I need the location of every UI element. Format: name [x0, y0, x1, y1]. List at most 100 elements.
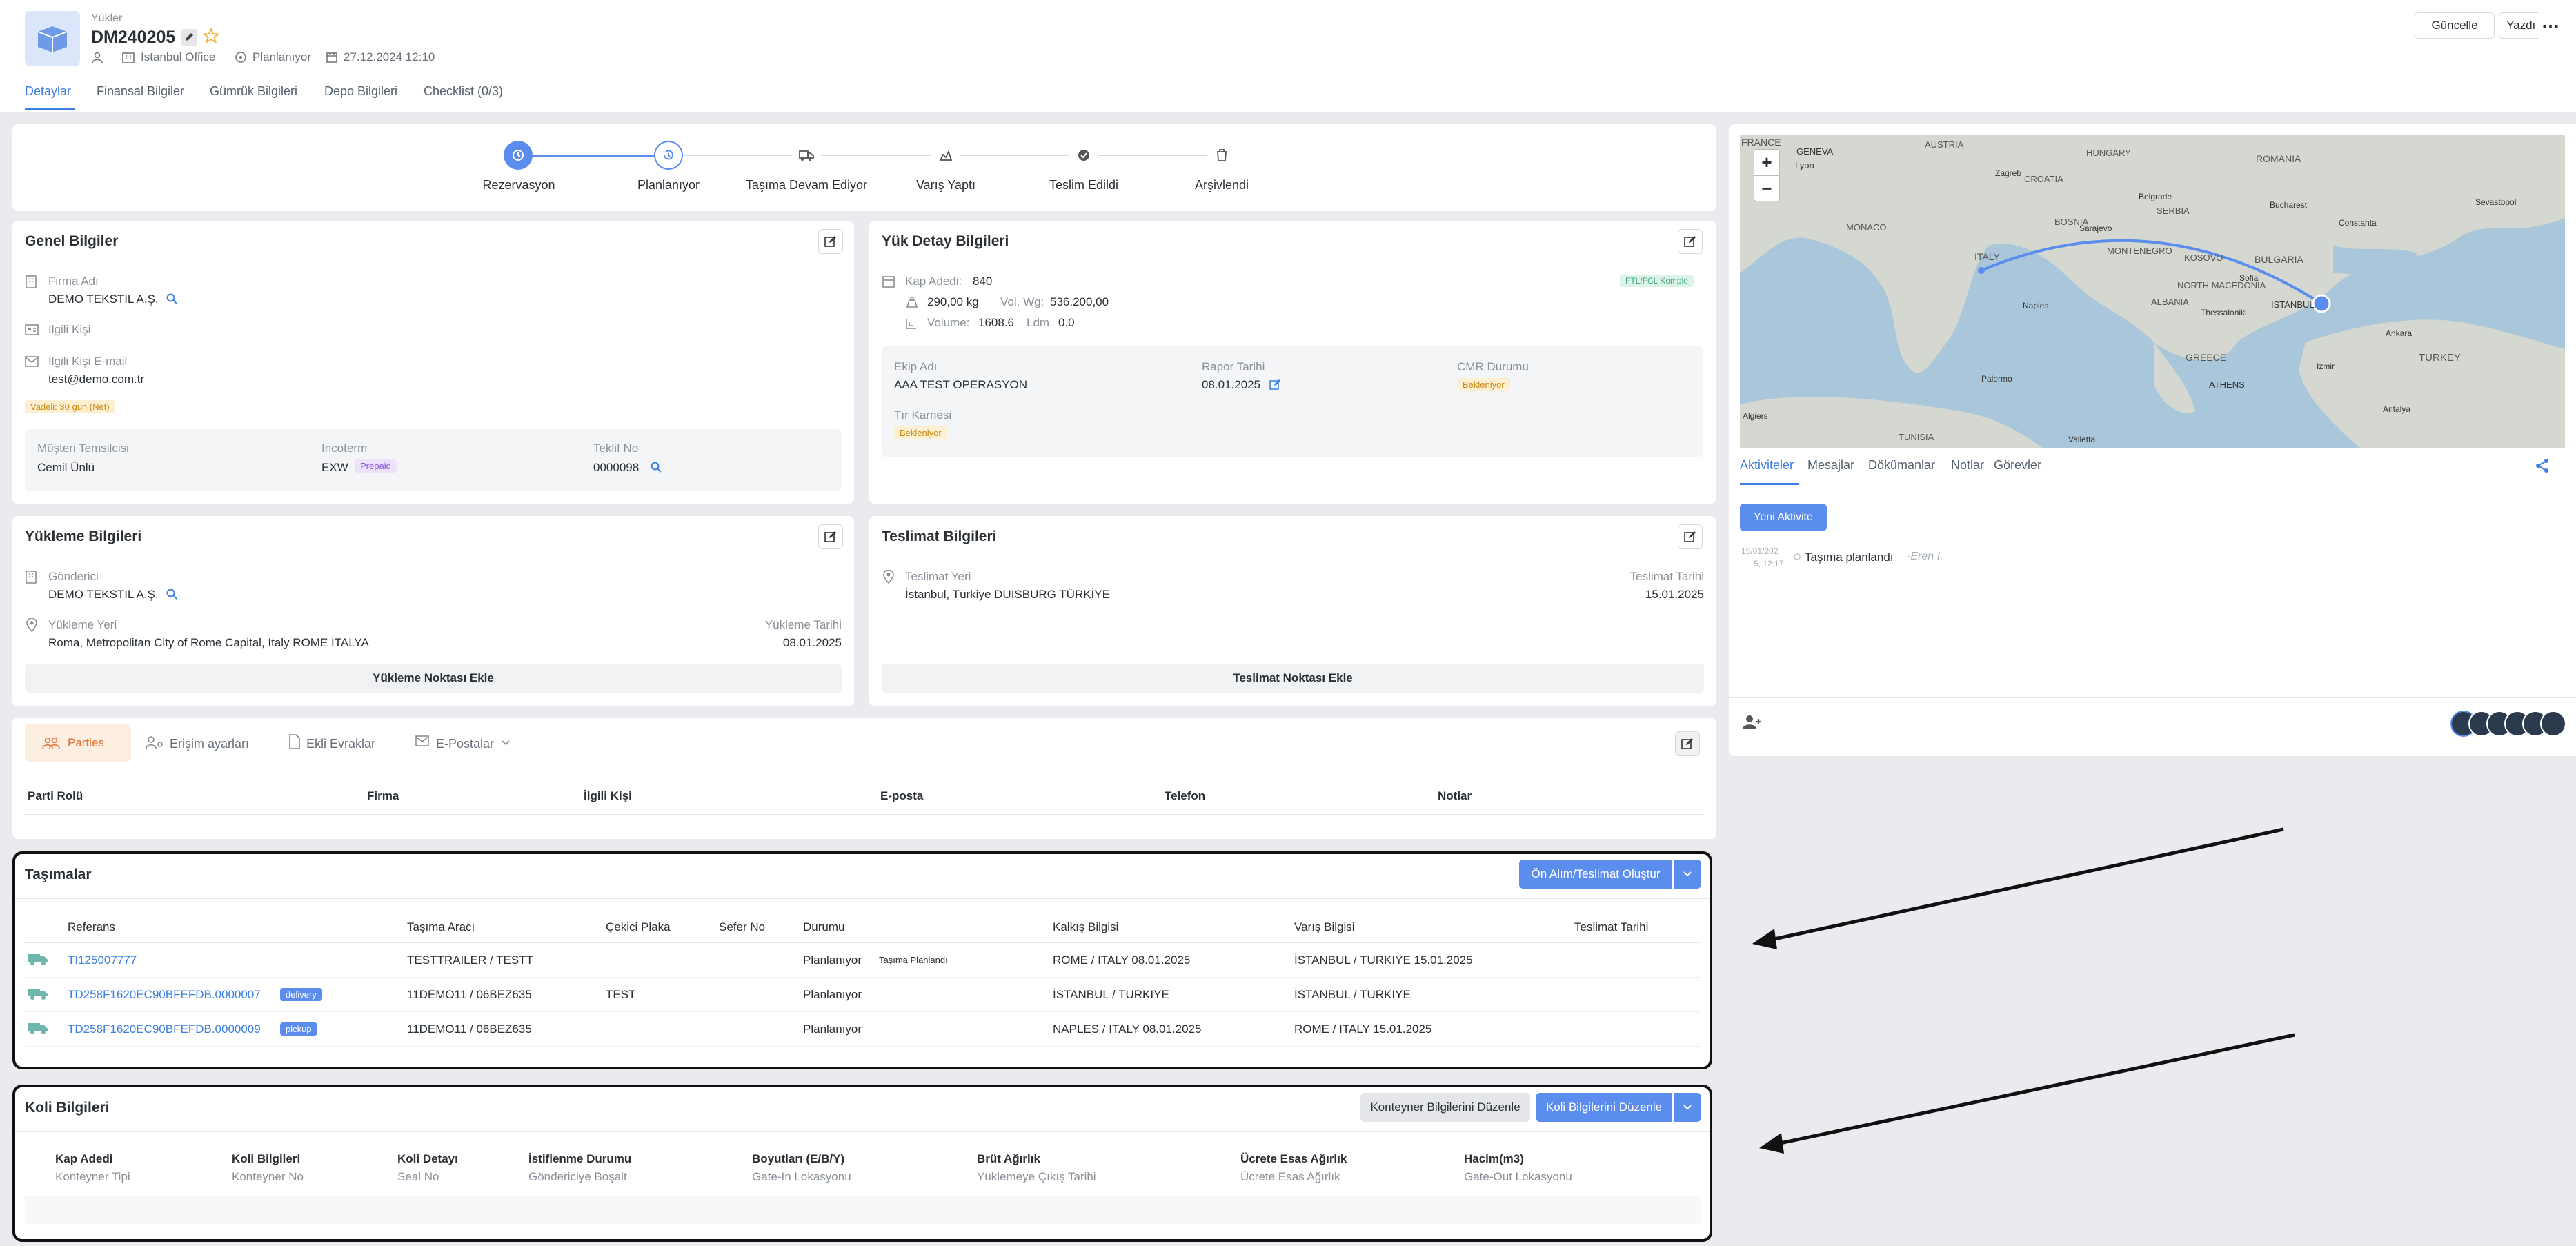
map-label: ISTANBUL [2271, 299, 2315, 310]
yuk-detay-card: Yük Detay Bilgileri Kap Adedi: 840 FTL/F… [869, 221, 1716, 504]
search-icon[interactable] [650, 461, 662, 473]
tab-e-postalar[interactable]: E-Postalar [436, 737, 494, 751]
volume-icon [905, 317, 918, 330]
add-user-icon[interactable] [1743, 715, 1762, 730]
yukleme-yeri-value: Roma, Metropolitan City of Rome Capital,… [48, 636, 369, 649]
map-label: MONACO [1846, 222, 1887, 233]
kap-value: 840 [973, 275, 993, 288]
map-label: SERBIA [2157, 206, 2190, 216]
map-label: KOSOVO [2184, 253, 2223, 263]
genel-sub-box [25, 429, 842, 491]
temsilci-label: Müşteri Temsilcisi [37, 442, 129, 455]
edit-icon[interactable] [1675, 731, 1700, 756]
highlight-box-tasimalar [12, 851, 1712, 1069]
search-icon[interactable] [166, 588, 178, 600]
ekip-value: AAA TEST OPERASYON [894, 378, 1028, 391]
edit-icon[interactable] [818, 524, 843, 549]
col-parti-rolu: Parti Rolü [28, 789, 83, 802]
tir-label: Tır Karnesi [894, 408, 952, 422]
tab-ekli-evraklar[interactable]: Ekli Evraklar [306, 737, 375, 751]
status-icon [235, 51, 247, 63]
section-title: Teslimat Bilgileri [882, 528, 997, 544]
tab-finansal[interactable]: Finansal Bilgiler [97, 84, 184, 99]
zoom-out-button[interactable]: − [1754, 175, 1780, 201]
map-label: TURKEY [2419, 352, 2461, 364]
map-label: Bucharest [2270, 200, 2308, 210]
tab-parties[interactable]: Parties [25, 724, 131, 762]
building-icon [25, 275, 37, 288]
highlight-box-koli [12, 1085, 1712, 1242]
tab-aktiviteler[interactable]: Aktiviteler [1740, 458, 1794, 473]
add-loading-point-button[interactable]: Yükleme Noktası Ekle [25, 664, 842, 693]
step-planlaniyor-icon [654, 141, 683, 170]
teslimat-tarihi-label: Teslimat Tarihi [1629, 570, 1704, 583]
tab-gorevler[interactable]: Görevler [1994, 458, 2041, 473]
volwg-value: 536.200,00 [1050, 295, 1109, 308]
chevron-down-icon[interactable] [501, 740, 511, 746]
col-firma: Firma [367, 789, 399, 802]
tab-gumruk[interactable]: Gümrük Bilgileri [210, 84, 297, 99]
tab-mesajlar[interactable]: Mesajlar [1807, 458, 1854, 473]
tab-notlar[interactable]: Notlar [1951, 458, 1984, 473]
office-name: Istanbul Office [141, 50, 216, 63]
zoom-in-button[interactable]: + [1754, 149, 1780, 175]
map-label: TUNISIA [1899, 432, 1934, 442]
map-label: Sevastopol [2475, 197, 2517, 207]
tab-depo[interactable]: Depo Bilgileri [324, 84, 397, 99]
route-map[interactable]: FRANCE GENEVA Lyon AUSTRIA HUNGARY ROMAN… [1740, 135, 2565, 448]
tab-detaylar[interactable]: Detaylar [25, 84, 71, 99]
teslimat-yeri-label: Teslimat Yeri [905, 570, 971, 583]
share-icon[interactable] [2535, 458, 2550, 473]
map-label: CROATIA [2024, 174, 2063, 184]
map-label: HUNGARY [2086, 148, 2131, 158]
step-archive-icon [1207, 141, 1236, 170]
activity-text: Taşıma planlandı [1805, 551, 1894, 564]
ftl-badge: FTL/FCL Komple [1620, 275, 1694, 287]
volume-value: 1608.6 [978, 316, 1014, 329]
edit-icon[interactable] [818, 229, 843, 254]
more-options-icon[interactable]: ⋯ [2536, 12, 2565, 39]
search-icon[interactable] [166, 293, 178, 305]
edit-date-icon[interactable] [1269, 378, 1282, 390]
step-label: Varış Yaptı [915, 178, 976, 192]
map-label: Lyon [1795, 160, 1814, 170]
gonderici-value: DEMO TEKSTIL A.Ş. [48, 588, 159, 601]
favorite-star-icon[interactable] [203, 28, 219, 44]
edit-icon[interactable] [1678, 524, 1703, 549]
update-button[interactable]: Güncelle [2415, 12, 2495, 39]
volwg-label: Vol. Wg: [1000, 295, 1044, 308]
map-label: Algiers [1743, 411, 1768, 421]
activity-dot [1794, 553, 1801, 560]
rapor-label: Rapor Tarihi [1202, 360, 1265, 373]
section-title: Yükleme Bilgileri [25, 528, 142, 544]
map-label: Antalya [2383, 404, 2411, 414]
col-telefon: Telefon [1165, 789, 1206, 802]
yukleme-yeri-label: Yükleme Yeri [48, 618, 117, 631]
tab-erisim[interactable]: Erişim ayarları [170, 737, 249, 751]
tab-dokumanlar[interactable]: Dökümanlar [1868, 458, 1935, 473]
breadcrumb[interactable]: Yükler [91, 12, 122, 25]
firma-value: DEMO TEKSTIL A.Ş. [48, 293, 159, 306]
activity-date: 15/01/202 [1741, 546, 1779, 556]
tab-checklist[interactable]: Checklist (0/3) [424, 84, 503, 99]
avatar-group[interactable] [2450, 711, 2568, 737]
new-activity-button[interactable]: Yeni Aktivite [1740, 504, 1827, 531]
step-label: Taşıma Devam Ediyor [745, 178, 868, 192]
map-label: BULGARIA [2255, 254, 2303, 265]
add-delivery-point-button[interactable]: Teslimat Noktası Ekle [882, 664, 1704, 693]
step-transit-icon [792, 141, 821, 170]
map-label: GREECE [2186, 352, 2227, 363]
progress-card: Rezervasyon Planlanıyor Taşıma Devam Edi… [12, 124, 1716, 211]
divider [25, 814, 1704, 815]
edit-icon[interactable] [1678, 229, 1703, 254]
map-label: Palermo [1981, 374, 2012, 384]
box-icon [882, 275, 895, 288]
tab-parties-label: Parties [68, 736, 104, 749]
map-label: FRANCE [1741, 137, 1781, 148]
incoterm-value: EXW [321, 461, 348, 474]
tir-badge: Bekleniyor [894, 426, 947, 439]
edit-title-icon[interactable] [181, 29, 197, 46]
location-pin-icon [883, 570, 894, 584]
shipment-status: Planlanıyor [252, 50, 312, 63]
map-label: Valletta [2068, 435, 2096, 444]
